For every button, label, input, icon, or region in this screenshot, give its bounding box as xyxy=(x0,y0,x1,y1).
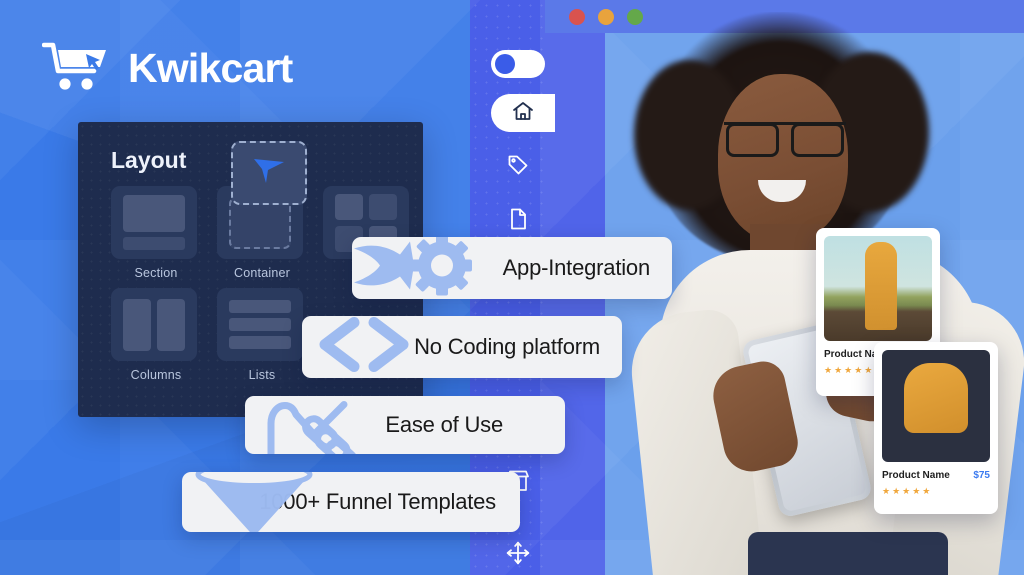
feature-label: App-Integration xyxy=(502,255,651,280)
list-rows-icon xyxy=(217,288,303,361)
feature-label: Ease of Use xyxy=(385,412,503,437)
tile-label: Section xyxy=(134,266,178,280)
toolbar-item-home[interactable] xyxy=(491,94,555,132)
feature-pill-ease-of-use[interactable]: Ease of Use xyxy=(245,396,565,454)
document-icon xyxy=(506,207,530,236)
tile-label: Container xyxy=(234,266,290,280)
product-image xyxy=(882,350,990,462)
eyeglasses-icon xyxy=(724,122,846,157)
tile-label: Columns xyxy=(130,368,182,382)
product-rating-stars: ★★★★★ xyxy=(882,486,933,496)
toolbar-item-move[interactable] xyxy=(488,540,548,571)
product-card[interactable]: Product Name $75 ★★★★★ xyxy=(874,342,998,514)
code-brackets-icon xyxy=(312,316,442,378)
layout-tile-columns[interactable]: Columns xyxy=(111,288,201,382)
product-image xyxy=(824,236,932,341)
feature-pill-app-integration[interactable]: App-Integration xyxy=(352,237,672,299)
feature-label: No Coding platform xyxy=(414,334,600,359)
panel-title: Layout xyxy=(111,147,187,173)
shopping-cart-cursor-icon xyxy=(41,40,114,97)
window-close-dot[interactable] xyxy=(569,8,585,25)
cursor-pointer-icon xyxy=(252,156,286,191)
home-icon xyxy=(511,99,535,128)
funnel-cone-icon xyxy=(190,472,320,532)
brand-logo[interactable]: Kwikcart xyxy=(41,40,293,97)
tile-label: Lists xyxy=(248,368,276,382)
tag-icon xyxy=(506,153,530,182)
toolbar-item-tag[interactable] xyxy=(491,148,545,186)
face xyxy=(718,74,848,242)
thumbs-up-icon xyxy=(259,396,379,454)
two-columns-icon xyxy=(111,288,197,361)
feature-pill-no-coding[interactable]: No Coding platform xyxy=(302,316,622,378)
poster-canvas: Kwikcart Layout Section Container Column… xyxy=(0,0,1024,575)
product-name: Product Name xyxy=(882,470,950,481)
brand-name: Kwikcart xyxy=(128,45,293,91)
waistband xyxy=(748,532,948,575)
layout-tile-section[interactable]: Section xyxy=(111,186,201,280)
product-price: $75 xyxy=(973,470,990,481)
layout-tile-lists[interactable]: Lists xyxy=(217,288,307,382)
sidebar-toggle[interactable] xyxy=(491,50,545,78)
feature-pill-funnel-templates[interactable]: 1000+ Funnel Templates xyxy=(182,472,520,532)
section-block-icon xyxy=(111,186,197,259)
rocket-gear-icon xyxy=(352,237,496,299)
move-icon xyxy=(505,540,531,571)
dragged-layout-tile[interactable] xyxy=(231,141,307,205)
toolbar-item-document[interactable] xyxy=(491,202,545,240)
